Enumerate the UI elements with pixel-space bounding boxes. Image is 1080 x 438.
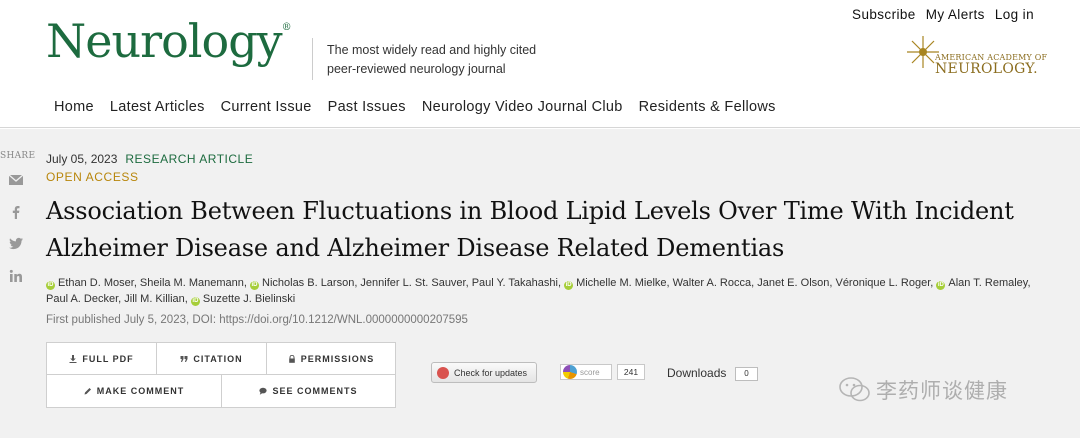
neurology-logo[interactable]: Neurology® [46,14,292,68]
nav-home[interactable]: Home [54,99,94,115]
orcid-icon[interactable]: iD [190,296,200,306]
share-label: SHARE [0,151,36,161]
account-links: Subscribe My Alerts Log in [852,7,1034,22]
aan-name-line-2: NEUROLOGY. [935,61,1038,77]
author-group[interactable]: iD Alan T. Remaley, [936,277,1031,290]
pencil-icon [84,388,91,395]
email-icon[interactable] [8,173,24,187]
full-pdf-label: FULL PDF [82,353,134,364]
citation-label: CITATION [193,353,243,364]
quote-icon [180,355,188,362]
citation-button[interactable]: CITATION [157,343,267,375]
author-group[interactable]: iD Ethan D. Moser, Sheila M. Manemann, [46,277,247,290]
author-list: iD Ethan D. Moser, Sheila M. Manemann, iD… [46,276,1056,307]
downloads-label: Downloads [667,366,727,380]
first-published-doi: First published July 5, 2023, DOI: https… [46,314,468,326]
downloads-count: 0 [735,367,758,381]
share-bar: SHARE [0,151,36,283]
permissions-button[interactable]: PERMISSIONS [267,343,395,375]
nav-current-issue[interactable]: Current Issue [221,99,312,115]
article-title: Association Between Fluctuations in Bloo… [46,193,1066,267]
author-names: Michelle M. Mielke, Walter A. Rocca, Jan… [576,277,934,289]
subscribe-link[interactable]: Subscribe [852,7,916,22]
nav-video-journal-club[interactable]: Neurology Video Journal Club [422,99,623,115]
orcid-icon[interactable]: iD [564,281,574,290]
make-comment-label: MAKE COMMENT [96,386,185,396]
altmetric-label: score [580,367,600,377]
author-group[interactable]: iD Michelle M. Mielke, Walter A. Rocca, J… [564,277,934,290]
download-icon [69,354,77,363]
orcid-icon[interactable]: iD [936,281,946,290]
check-updates-label: Check for updates [454,367,528,378]
lock-icon [288,354,295,363]
publish-date: July 05, 2023 [46,152,118,166]
article-meta: July 05, 2023 RESEARCH ARTICLE [46,152,253,166]
tagline-line-1: The most widely read and highly cited [327,43,537,57]
author-group[interactable]: iD Suzette J. Bielinski [190,292,296,306]
orcid-icon[interactable]: iD [46,281,55,290]
author-names: Paul A. Decker, Jill M. Killian, [46,292,188,305]
nav-latest-articles[interactable]: Latest Articles [110,99,205,115]
see-comments-label: SEE COMMENTS [272,386,358,396]
site-header: Subscribe My Alerts Log in Neurology® Th… [0,0,1080,128]
crossmark-icon [437,366,449,379]
tagline-divider [312,38,313,80]
altmetric-score: 241 [617,364,645,380]
orcid-icon[interactable]: iD [250,281,259,290]
title-line-2: Alzheimer Disease and Alzheimer Disease … [46,234,785,262]
author-group[interactable]: Paul A. Decker, Jill M. Killian, [46,293,188,305]
article-actions: FULL PDF CITATION PERMISSIONS MAKE COMME… [46,342,396,408]
tagline-line-2: peer-reviewed neurology journal [327,62,506,76]
journal-tagline: The most widely read and highly cited pe… [327,41,557,79]
altmetric-badge[interactable]: score [560,364,612,380]
comment-bubble-icon [259,387,268,395]
main-nav: Home Latest Articles Current Issue Past … [54,99,776,115]
twitter-icon[interactable] [8,237,24,251]
wechat-icon [839,377,870,402]
author-names: Ethan D. Moser, Sheila M. Manemann, [58,277,247,289]
watermark: 李药师谈健康 [838,375,1008,405]
permissions-label: PERMISSIONS [300,353,375,364]
author-names: Nicholas B. Larson, Jennifer L. St. Sauv… [262,277,562,289]
title-line-1: Association Between Fluctuations in Bloo… [46,197,1014,225]
article-header-section: SHARE July 05, 2023 RESEARCH ARTICLE OPEN… [0,129,1080,438]
full-pdf-button[interactable]: FULL PDF [47,343,157,375]
see-comments-button[interactable]: SEE COMMENTS [222,375,395,407]
open-access-badge: OPEN ACCESS [46,170,139,184]
nav-residents-fellows[interactable]: Residents & Fellows [639,99,776,115]
altmetric-donut-icon [563,365,577,379]
author-names: Suzette J. Bielinski [202,292,296,305]
facebook-icon[interactable] [8,205,24,219]
aan-logo[interactable]: AMERICAN ACADEMY OF NEUROLOGY. [905,34,1047,82]
registered-mark: ® [281,22,292,33]
check-for-updates-button[interactable]: Check for updates [431,362,537,383]
logo-text: Neurology [46,14,283,68]
author-group[interactable]: iD Nicholas B. Larson, Jennifer L. St. Sa… [250,277,562,290]
linkedin-icon[interactable] [8,269,24,283]
watermark-text: 李药师谈健康 [876,379,1008,403]
author-names: Alan T. Remaley, [948,277,1031,289]
login-link[interactable]: Log in [995,7,1034,22]
nav-past-issues[interactable]: Past Issues [328,99,406,115]
my-alerts-link[interactable]: My Alerts [926,7,985,22]
article-type: RESEARCH ARTICLE [125,152,254,166]
make-comment-button[interactable]: MAKE COMMENT [47,375,222,407]
